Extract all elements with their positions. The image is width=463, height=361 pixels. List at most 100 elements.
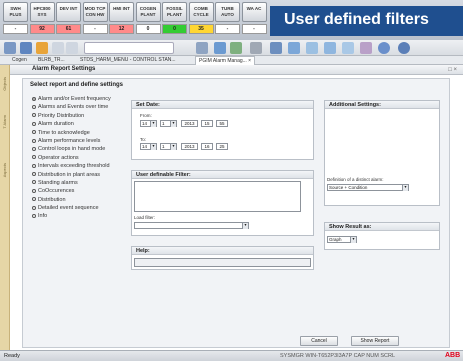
- from-minute-field[interactable]: 55: [216, 120, 228, 127]
- tab-cogen[interactable]: Cogen: [12, 56, 27, 64]
- report-type-option[interactable]: Distribution: [32, 197, 124, 203]
- forward-arrow-icon[interactable]: [66, 42, 78, 54]
- report-type-option[interactable]: Operator actions: [32, 155, 124, 161]
- show-result-select[interactable]: Graph ▼: [327, 236, 357, 243]
- to-minute-field[interactable]: 25: [216, 143, 228, 150]
- plant-button-6[interactable]: FOSSIL PLANT: [162, 2, 187, 22]
- radio-button-icon[interactable]: [32, 130, 36, 135]
- report-type-label: Detailed event sequence: [38, 205, 99, 212]
- address-field-icon[interactable]: [84, 42, 174, 54]
- search-icon[interactable]: [270, 42, 282, 54]
- trend-icon[interactable]: [230, 42, 242, 54]
- report-type-label: Alarm and/or Event frequency: [38, 96, 111, 102]
- strip-label-alarm[interactable]: T Alarm: [2, 115, 7, 129]
- tab-stds-harm-menu[interactable]: STDS_HARM_MENU - CONTROL STAN...: [80, 56, 176, 64]
- cancel-button[interactable]: Cancel: [300, 336, 338, 346]
- filter-expression-input[interactable]: [134, 181, 301, 212]
- settings-icon[interactable]: [250, 42, 262, 54]
- monitor-icon[interactable]: [20, 42, 32, 54]
- show-report-button[interactable]: Show Report: [351, 336, 399, 346]
- print-icon[interactable]: [4, 42, 16, 54]
- plant-button-3[interactable]: MOD TCP CON HW: [82, 2, 108, 22]
- radio-button-icon[interactable]: [32, 138, 36, 143]
- chevron-down-icon: ▼: [170, 144, 176, 150]
- report-type-option[interactable]: Standing alarms: [32, 180, 124, 186]
- plant-button-0[interactable]: SWH PLUS: [3, 2, 28, 22]
- pane-window-controls[interactable]: □ ×: [448, 66, 457, 75]
- report-type-option[interactable]: Alarm and/or Event frequency: [32, 96, 124, 102]
- show-result-value: Graph: [329, 237, 342, 242]
- report-type-option[interactable]: Alarm performance levels: [32, 138, 124, 144]
- radio-button-icon[interactable]: [32, 155, 36, 160]
- radio-button-icon[interactable]: [32, 121, 36, 126]
- report-type-option[interactable]: Priority Distribution: [32, 113, 124, 119]
- radio-button-icon[interactable]: [32, 197, 36, 202]
- from-month-select[interactable]: 1 ▼: [160, 120, 177, 127]
- report-type-option[interactable]: Info: [32, 213, 124, 219]
- plant-button-1[interactable]: HPC800 SYS: [29, 2, 55, 22]
- to-hour-field[interactable]: 16: [201, 143, 213, 150]
- radio-button-icon[interactable]: [32, 146, 36, 151]
- radio-button-icon[interactable]: [32, 96, 36, 101]
- plant-button-8[interactable]: TURB AUTO: [215, 2, 240, 22]
- slide-title-banner: User defined filters: [270, 6, 463, 36]
- plant-button-4[interactable]: HMI INT: [109, 2, 134, 22]
- tab-pgim-alarm[interactable]: PGIM Alarm Manag... ×: [195, 56, 256, 65]
- radio-button-icon[interactable]: [32, 188, 36, 193]
- report-type-label: Control loops in hand mode: [38, 146, 106, 153]
- to-label: To:: [140, 137, 147, 142]
- to-year-field[interactable]: 2013: [181, 143, 198, 150]
- report-type-option[interactable]: Control loops in hand mode: [32, 146, 124, 152]
- report-type-option[interactable]: Detailed event sequence: [32, 205, 124, 211]
- plant-value-9: -: [241, 24, 267, 34]
- radio-button-icon[interactable]: [32, 163, 36, 168]
- report-type-option[interactable]: Alarm duration: [32, 121, 124, 127]
- radio-button-icon[interactable]: [32, 214, 36, 219]
- help-icon[interactable]: [378, 42, 390, 54]
- plant-value-1: 92: [29, 24, 55, 34]
- report-type-option[interactable]: CoOccurences: [32, 188, 124, 194]
- report-type-option[interactable]: Time to acknowledge: [32, 130, 124, 136]
- to-day-select[interactable]: 14 ▼: [140, 143, 157, 150]
- chevron-down-icon: ▼: [350, 237, 356, 243]
- chevron-down-icon: ▼: [402, 185, 408, 191]
- from-hour-field[interactable]: 15: [201, 120, 213, 127]
- user-icon[interactable]: [360, 42, 372, 54]
- report-type-option[interactable]: Alarms and Events over time: [32, 104, 124, 110]
- load-filter-select[interactable]: ▼: [134, 222, 249, 229]
- report-type-label: Standing alarms: [38, 179, 78, 186]
- home-icon[interactable]: [36, 42, 48, 54]
- report-type-option[interactable]: Intervals exceeding threshold: [32, 163, 124, 169]
- chevron-down-icon: ▼: [170, 121, 176, 127]
- radio-button-icon[interactable]: [32, 172, 36, 177]
- distinct-alarm-select[interactable]: Source + Condition ▼: [327, 184, 409, 191]
- to-month-select[interactable]: 1 ▼: [160, 143, 177, 150]
- radio-button-icon[interactable]: [32, 180, 36, 185]
- report-type-option[interactable]: Distribution in plant areas: [32, 172, 124, 178]
- chevron-down-icon: ▼: [150, 121, 156, 127]
- radio-button-icon[interactable]: [32, 104, 36, 109]
- list-icon[interactable]: [306, 42, 318, 54]
- back-arrow-icon[interactable]: [52, 42, 64, 54]
- tab-blrb[interactable]: BLRB_TR...: [38, 56, 65, 64]
- radio-button-icon[interactable]: [32, 205, 36, 210]
- report-type-label: Operator actions: [38, 154, 79, 161]
- power-icon[interactable]: [398, 42, 410, 54]
- from-day-select[interactable]: 14 ▼: [140, 120, 157, 127]
- strip-label-aspects[interactable]: Aspects: [2, 163, 7, 177]
- from-year-field[interactable]: 2013: [181, 120, 198, 127]
- plant-button-5[interactable]: COGEN PLANT: [135, 2, 161, 22]
- pen-icon[interactable]: [196, 42, 208, 54]
- plant-button-7[interactable]: COMB CYCLE: [188, 2, 214, 22]
- user-filter-title: User definable Filter:: [132, 171, 313, 179]
- radio-button-icon[interactable]: [32, 113, 36, 118]
- set-date-box: Set Date:: [131, 100, 314, 160]
- chart-icon[interactable]: [214, 42, 226, 54]
- help-title: Help:: [132, 247, 313, 255]
- layout-icon[interactable]: [342, 42, 354, 54]
- plant-button-9[interactable]: WA AC: [241, 2, 267, 22]
- display-icon[interactable]: [324, 42, 336, 54]
- alarm-icon[interactable]: [288, 42, 300, 54]
- strip-label-objects[interactable]: Objects: [2, 77, 7, 91]
- plant-button-2[interactable]: DEV INT: [56, 2, 81, 22]
